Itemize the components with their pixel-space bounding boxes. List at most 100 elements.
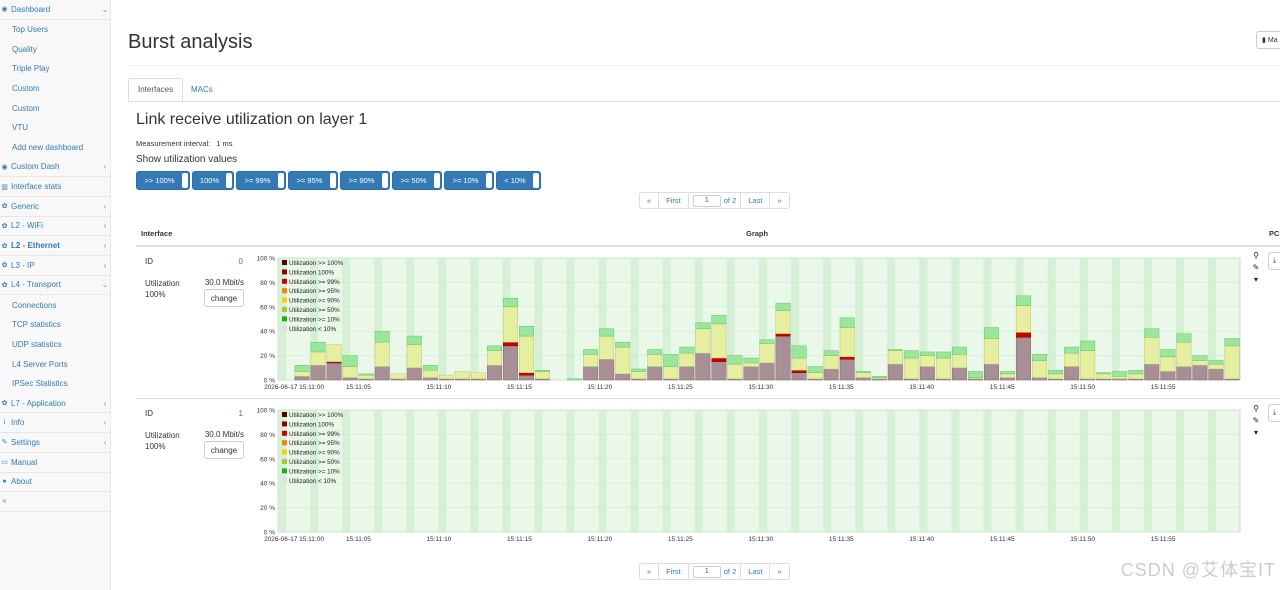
title-divider — [128, 65, 1280, 66]
sidebar-item-l4-server-ports[interactable]: L4 Server Ports — [0, 354, 110, 374]
sidebar-item-tcp-statistics[interactable]: TCP statistics — [0, 315, 110, 335]
filter-toggle[interactable] — [382, 173, 388, 188]
sidebar-item-l3-ip[interactable]: ✿ L3 - IP ‹ — [0, 256, 110, 276]
change-button[interactable]: change — [204, 441, 244, 459]
download-icon: ⤓ — [1272, 257, 1277, 264]
pin-icon[interactable]: ✎ — [1251, 262, 1261, 274]
row-divider — [136, 398, 1280, 399]
measurement-interval-value: 1 ms — [216, 139, 233, 148]
pagination-last-button[interactable]: Last — [741, 193, 771, 208]
utilization-filter-button[interactable]: 100% — [192, 171, 234, 190]
manual-button[interactable]: ▮ Ma — [1256, 31, 1280, 49]
pagination-prev-button[interactable]: « — [640, 564, 660, 579]
chevron-down-icon: ⌄ — [101, 4, 109, 14]
filter-label: >= 90% — [348, 176, 375, 185]
sidebar: ◉ Dashboard ⌄ Top Users Quality Triple Play Cu… — [0, 0, 111, 590]
sidebar-item-dashboard[interactable]: ◉ Dashboard ⌄ — [0, 0, 110, 20]
page-number-input[interactable]: 1 — [692, 194, 721, 207]
filter-label: >= 50% — [400, 176, 427, 185]
tab-bar: Interfaces MACs — [128, 78, 1280, 102]
pagination-prev-button[interactable]: « — [640, 193, 660, 208]
sidebar-item-add-new-dashboard[interactable]: Add new dashboard — [0, 138, 110, 158]
sidebar-item-label: Custom — [12, 103, 40, 113]
sidebar-item-collapse[interactable]: « — [0, 492, 110, 512]
utilization-filter-button[interactable]: >= 50% — [392, 171, 442, 190]
interface-id-link[interactable]: 0 — [239, 257, 243, 266]
filter-toggle[interactable] — [278, 173, 284, 188]
pagination-first-button[interactable]: First — [659, 193, 689, 208]
caret-down-icon[interactable]: ▾ — [1251, 274, 1261, 286]
utilization-value: 100% — [145, 290, 166, 299]
sidebar-item-label: UDP statistics — [12, 340, 62, 350]
pagination-first-button[interactable]: First — [659, 564, 689, 579]
sidebar-item-label: Generic — [11, 201, 40, 211]
sidebar-item-custom[interactable]: Custom — [0, 98, 110, 118]
download-button[interactable]: ⤓ — [1268, 404, 1280, 422]
page-number-input[interactable]: 1 — [692, 565, 721, 578]
measurement-interval: Measurement interval: 1 ms — [136, 139, 232, 148]
sidebar-item-label: IPSec Statistics — [12, 379, 68, 389]
sidebar-item-l4-transport[interactable]: ✿ L4 - Transport ⌄ — [0, 276, 110, 296]
sidebar-item-vtu[interactable]: VTU — [0, 118, 110, 138]
zoom-icon[interactable]: ⚲ — [1251, 403, 1261, 415]
tab-macs[interactable]: MACs — [182, 78, 222, 101]
filter-toggle[interactable] — [486, 173, 492, 188]
sidebar-item-about[interactable]: ● About — [0, 473, 110, 493]
interface-id-link[interactable]: 1 — [239, 409, 243, 418]
zoom-icon[interactable]: ⚲ — [1251, 250, 1261, 262]
chevron-left-icon: ‹ — [103, 241, 107, 251]
pagination-last-button[interactable]: Last — [741, 564, 771, 579]
pagination-bottom: « First 1 of 2 Last » — [639, 563, 790, 580]
download-button[interactable]: ⤓ — [1268, 252, 1280, 270]
sidebar-item-triple-play[interactable]: Triple Play — [0, 59, 110, 79]
page-count-label: of 2 — [723, 567, 737, 576]
sidebar-item-top-users[interactable]: Top Users — [0, 20, 110, 40]
chevron-left-icon: ‹ — [103, 418, 107, 428]
sidebar-item-l7-application[interactable]: ✿ L7 - Application ‹ — [0, 394, 110, 414]
pagination-next-button[interactable]: » — [770, 193, 788, 208]
utilization-filter-button[interactable]: < 10% — [496, 171, 541, 190]
sidebar-item-label: Custom — [12, 84, 40, 94]
change-button[interactable]: change — [204, 289, 244, 307]
filter-toggle[interactable] — [330, 173, 336, 188]
sidebar-item-l2-ethernet[interactable]: ✿ L2 - Ethernet ‹ — [0, 236, 110, 256]
filter-toggle[interactable] — [533, 173, 539, 188]
interface-row-0: ID 0 Utilization 100% 30.0 Mbit/s change — [136, 249, 251, 394]
sidebar-item-udp-statistics[interactable]: UDP statistics — [0, 335, 110, 355]
caret-down-icon[interactable]: ▾ — [1251, 427, 1261, 439]
sidebar-item-info[interactable]: i Info ‹ — [0, 413, 110, 434]
utilization-value: 100% — [145, 442, 166, 451]
column-header-graph: Graph — [746, 229, 769, 238]
gear-icon: ✿ — [1, 203, 8, 211]
sidebar-item-interface-stats[interactable]: ▥ Interface stats — [0, 177, 110, 197]
pin-icon[interactable]: ✎ — [1251, 415, 1261, 427]
sidebar-item-label: Top Users — [12, 25, 49, 35]
interface-row-1: ID 1 Utilization 100% 30.0 Mbit/s change — [136, 401, 251, 546]
filter-toggle[interactable] — [434, 173, 440, 188]
filter-toggle[interactable] — [226, 173, 232, 188]
sidebar-item-settings[interactable]: ✎ Settings ‹ — [0, 433, 110, 453]
utilization-filter-button[interactable]: >= 95% — [288, 171, 338, 190]
utilization-filter-button[interactable]: >= 90% — [340, 171, 390, 190]
pagination-next-button[interactable]: » — [770, 564, 788, 579]
filter-label: >= 99% — [244, 176, 271, 185]
pagination-page-field: 1 of 2 — [689, 564, 742, 579]
utilization-filter-button[interactable]: >= 10% — [444, 171, 494, 190]
sidebar-item-generic[interactable]: ✿ Generic ‹ — [0, 197, 110, 217]
sidebar-item-label: L7 - Application — [11, 398, 66, 408]
sidebar-item-manual[interactable]: ▭ Manual — [0, 453, 110, 473]
filter-toggle[interactable] — [182, 173, 188, 188]
utilization-filter-button[interactable]: >> 100% — [136, 171, 190, 190]
sidebar-item-l2-wifi[interactable]: ✿ L2 - WiFi ‹ — [0, 217, 110, 237]
book-icon: ▮ — [1262, 37, 1266, 44]
sidebar-item-ipsec-statistics[interactable]: IPSec Statistics — [0, 374, 110, 394]
sidebar-item-quality[interactable]: Quality — [0, 39, 110, 59]
tab-interfaces[interactable]: Interfaces — [128, 78, 184, 101]
sidebar-item-custom-dash[interactable]: ◉ Custom Dash ‹ — [0, 158, 110, 178]
gear-icon: ✿ — [1, 242, 8, 250]
sidebar-item-custom[interactable]: Custom — [0, 79, 110, 99]
chart-tools-1: ⚲ ✎ ▾ — [1251, 403, 1261, 439]
utilization-filter-button[interactable]: >= 99% — [236, 171, 286, 190]
sidebar-item-connections[interactable]: Connections — [0, 295, 110, 315]
chevron-left-icon: ‹ — [103, 398, 107, 408]
